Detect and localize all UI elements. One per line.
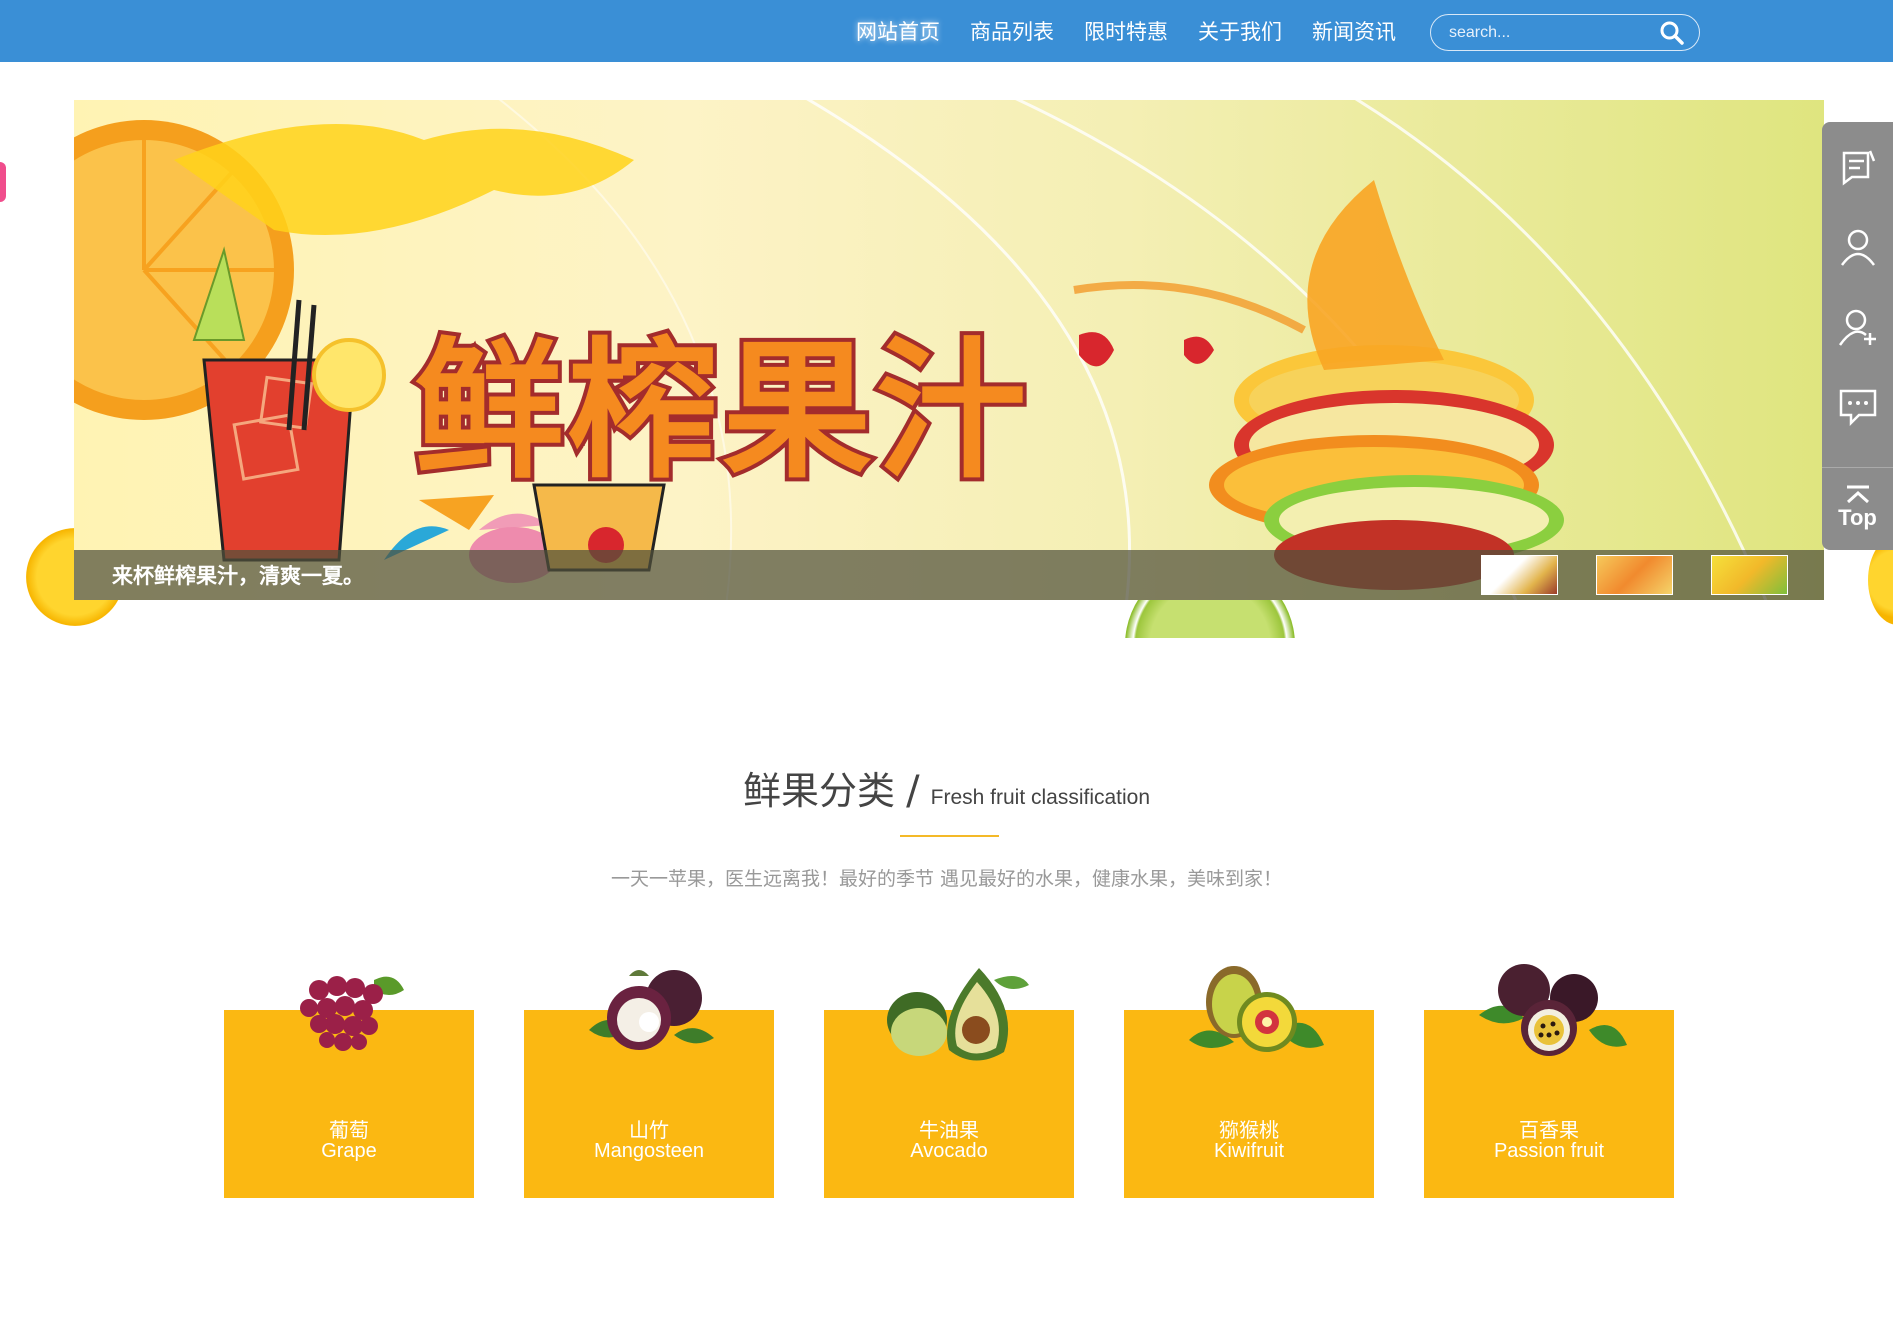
nav-item-home[interactable]: 网站首页	[856, 16, 940, 46]
back-to-top-button[interactable]: Top	[1822, 467, 1893, 547]
nav-item-products[interactable]: 商品列表	[970, 16, 1054, 46]
category-name-cn: 百香果	[1519, 1118, 1579, 1142]
category-name-cn: 山竹	[629, 1118, 669, 1142]
add-user-icon	[1838, 309, 1876, 346]
category-card-mangosteen[interactable]: 山竹 Mangosteen	[524, 970, 774, 1198]
nav-item-specials[interactable]: 限时特惠	[1084, 16, 1168, 46]
category-name-en: Grape	[321, 1140, 377, 1162]
section-title-separator: /	[906, 768, 920, 814]
category-card-grape[interactable]: 葡萄 Grape	[224, 976, 474, 1198]
arrow-up-icon	[1846, 485, 1869, 503]
kiwifruit-icon	[1189, 966, 1324, 1052]
section-heading: 鲜果分类 / Fresh fruit classification	[0, 760, 1893, 815]
feedback-button[interactable]	[1822, 132, 1893, 202]
category-card-avocado[interactable]: 牛油果 Avocado	[824, 968, 1074, 1198]
search-icon[interactable]	[1659, 20, 1685, 46]
category-card-passion-fruit[interactable]: 百香果 Passion fruit	[1424, 964, 1674, 1198]
pink-decoration	[0, 162, 6, 202]
section-title-en: Fresh fruit classification	[930, 786, 1151, 809]
chat-icon	[1839, 389, 1876, 427]
add-user-button[interactable]	[1822, 292, 1893, 362]
nav-item-about[interactable]: 关于我们	[1198, 16, 1282, 46]
category-name-en: Avocado	[910, 1140, 988, 1162]
nav-item-news[interactable]: 新闻资讯	[1312, 16, 1396, 46]
section-subtitle: 一天一苹果，医生远离我！最好的季节 遇见最好的水果，健康水果，美味到家！	[610, 868, 1283, 890]
banner-thumbnail[interactable]	[1596, 555, 1673, 595]
user-button[interactable]	[1822, 212, 1893, 282]
user-icon	[1840, 229, 1875, 266]
category-name-en: Passion fruit	[1493, 1140, 1605, 1162]
grape-icon	[300, 976, 404, 1051]
search-input[interactable]	[1449, 23, 1649, 42]
category-name-cn: 葡萄	[329, 1118, 369, 1142]
avocado-icon	[887, 968, 1029, 1061]
section-title-cn: 鲜果分类	[742, 769, 895, 813]
main-nav: 网站首页 商品列表 限时特惠 关于我们 新闻资讯	[856, 0, 1426, 62]
banner-title: 鲜榨果汁	[410, 321, 1031, 503]
category-name-en: Mangosteen	[593, 1140, 705, 1162]
banner-thumbnails	[1443, 555, 1788, 595]
hero-banner[interactable]: 鲜榨果汁 来杯鲜榨果汁，清爽一夏。	[74, 100, 1824, 600]
side-toolbar: Top	[1822, 122, 1893, 550]
banner-caption: 来杯鲜榨果汁，清爽一夏。	[112, 564, 364, 588]
passion-fruit-icon	[1479, 964, 1627, 1056]
search-box	[1430, 14, 1700, 51]
section-divider	[900, 835, 999, 837]
category-card-kiwifruit[interactable]: 猕猴桃 Kiwifruit	[1124, 966, 1374, 1198]
category-name-cn: 猕猴桃	[1219, 1118, 1279, 1142]
banner-thumbnail[interactable]	[1481, 555, 1558, 595]
category-name-cn: 牛油果	[919, 1118, 979, 1142]
top-nav-bar: 网站首页 商品列表 限时特惠 关于我们 新闻资讯	[0, 0, 1893, 62]
banner-thumbnail[interactable]	[1711, 555, 1788, 595]
category-name-en: Kiwifruit	[1213, 1140, 1284, 1162]
feedback-icon	[1842, 150, 1875, 186]
banner-caption-bar: 来杯鲜榨果汁，清爽一夏。	[74, 550, 1824, 600]
chat-button[interactable]	[1822, 372, 1893, 442]
back-to-top-label: Top	[1838, 504, 1877, 530]
mangosteen-icon	[589, 970, 714, 1050]
